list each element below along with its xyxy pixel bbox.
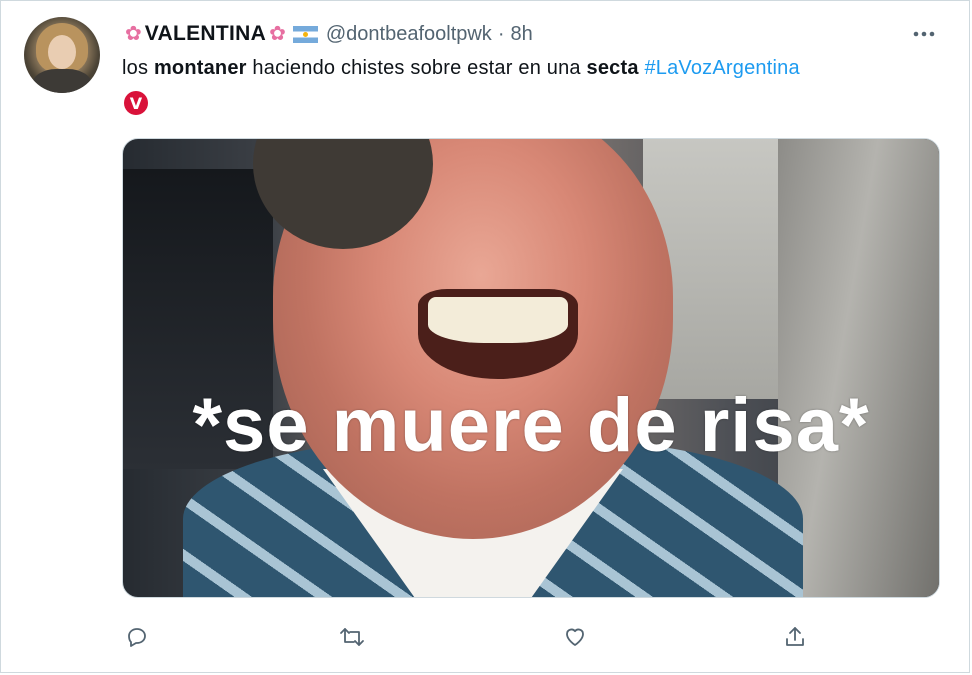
more-icon[interactable] [904, 22, 944, 46]
emoji-badge-icon: V [124, 91, 148, 115]
separator-dot: · [497, 22, 505, 45]
tweet-text-part: haciendo chistes sobre estar en una [246, 57, 587, 79]
tweet-text-bold: montaner [153, 57, 247, 79]
flower-icon: ✿ [269, 23, 286, 45]
media-teeth [428, 297, 568, 343]
avatar-face [48, 35, 76, 69]
tweet-text-part: los [122, 57, 154, 79]
tweet-text: los montaner haciendo chistes sobre esta… [122, 57, 800, 80]
hashtag-link[interactable]: #LaVozArgentina [644, 57, 799, 79]
flower-icon: ✿ [125, 23, 142, 45]
retweet-icon[interactable] [337, 622, 367, 652]
argentina-flag-icon [292, 25, 318, 43]
avatar[interactable] [24, 17, 100, 93]
share-icon[interactable] [780, 622, 810, 652]
tweet-timestamp[interactable]: 8h [510, 23, 532, 46]
like-icon[interactable] [560, 622, 590, 652]
media-caption: *se muere de risa* [192, 383, 870, 468]
user-handle[interactable]: @dontbeafooltpwk [326, 23, 492, 46]
display-name[interactable]: VALENTINA [145, 22, 266, 46]
tweet-header: ✿ VALENTINA ✿ @dontbeafooltpwk · 8h [122, 19, 533, 49]
reply-icon[interactable] [122, 622, 152, 652]
tweet-media-image[interactable]: *se muere de risa* [122, 138, 940, 598]
tweet-text-bold: secta [586, 57, 639, 79]
avatar-body [32, 69, 92, 93]
tweet-actions [122, 622, 822, 652]
